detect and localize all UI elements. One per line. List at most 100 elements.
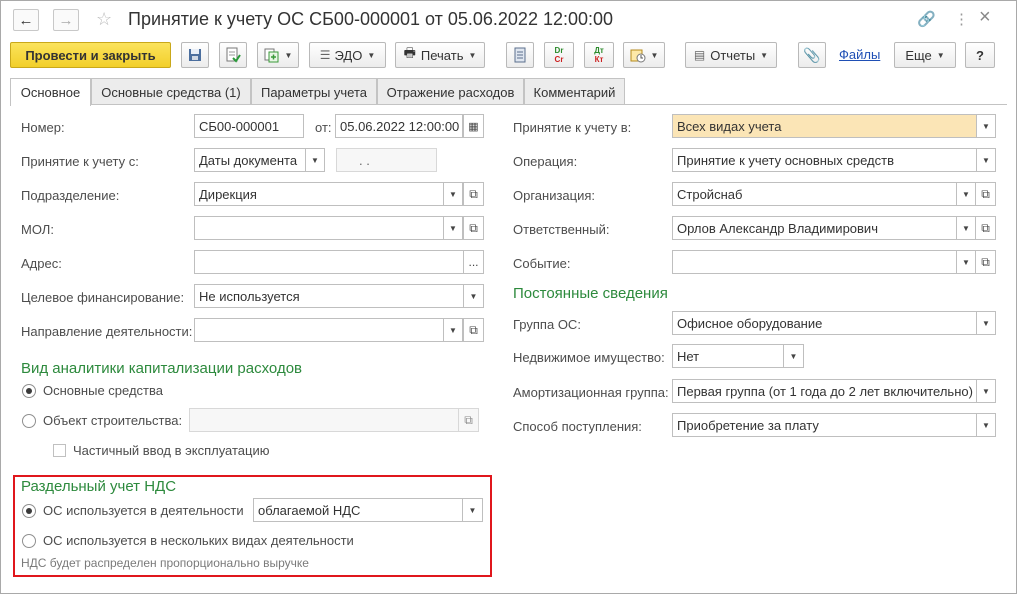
amortization-group-select[interactable]: Первая группа (от 1 года до 2 лет включи… (672, 379, 977, 403)
direction-dropdown[interactable]: ▼ (443, 318, 463, 342)
number-field[interactable]: СБ00-000001 (194, 114, 304, 138)
calendar-button[interactable]: ▦ (463, 114, 484, 138)
more-button[interactable]: Еще ▼ (894, 42, 956, 68)
responsible-dropdown[interactable]: ▼ (956, 216, 976, 240)
date-label: от: (315, 120, 332, 135)
accept-in-dropdown[interactable]: ▼ (976, 114, 996, 138)
create-based-on-button[interactable]: ▼ (257, 42, 299, 68)
department-open-button[interactable]: ⧉ (463, 182, 484, 206)
date-field[interactable]: 05.06.2022 12:00:00 (335, 114, 463, 138)
tab-fixed-assets[interactable]: Основные средства (1) (91, 78, 251, 105)
os-group-dropdown[interactable]: ▼ (976, 311, 996, 335)
vat-heading: Раздельный учет НДС (21, 478, 177, 495)
help-button[interactable]: ? (965, 42, 995, 68)
radio-vat-activity-label[interactable]: ОС используется в деятельности (43, 503, 244, 518)
event-field[interactable] (672, 250, 957, 274)
responsible-open-button[interactable]: ⧉ (975, 216, 996, 240)
files-link[interactable]: Файлы (839, 47, 880, 62)
mol-label: МОЛ: (21, 222, 54, 237)
receipt-method-label: Способ поступления: (513, 419, 642, 434)
operation-select[interactable]: Принятие к учету основных средств (672, 148, 977, 172)
partial-commissioning-checkbox[interactable] (53, 444, 66, 457)
operation-dropdown[interactable]: ▼ (976, 148, 996, 172)
mol-open-button[interactable]: ⧉ (463, 216, 484, 240)
forward-button[interactable]: → (53, 9, 79, 31)
post-button[interactable] (219, 42, 247, 68)
save-button[interactable] (181, 42, 209, 68)
organization-label: Организация: (513, 188, 596, 203)
receipt-method-dropdown[interactable]: ▼ (976, 413, 996, 437)
radio-construction[interactable] (22, 414, 36, 428)
dr-cr-button[interactable]: Dr Cr (544, 42, 574, 68)
chevron-down-icon: ▼ (936, 50, 945, 60)
print-button[interactable]: 🖶 Печать ▼ (395, 42, 485, 68)
document-list-button[interactable] (506, 42, 534, 68)
direction-field[interactable] (194, 318, 464, 342)
open-icon: ⧉ (469, 220, 478, 235)
chevron-down-icon: ▼ (468, 505, 477, 515)
floppy-icon (189, 49, 201, 61)
radio-vat-multi-label[interactable]: ОС используется в нескольких видах деяте… (43, 533, 354, 548)
funding-select[interactable]: Не используется (194, 284, 464, 308)
close-window-button[interactable]: × (979, 6, 991, 29)
organization-dropdown[interactable]: ▼ (956, 182, 976, 206)
real-estate-select[interactable]: Нет (672, 344, 784, 368)
accept-in-select[interactable]: Всех видах учета (672, 114, 977, 138)
real-estate-dropdown[interactable]: ▼ (783, 344, 804, 368)
chevron-down-icon: ▼ (449, 189, 457, 199)
radio-fixed-assets-label[interactable]: Основные средства (43, 383, 163, 398)
tab-comment[interactable]: Комментарий (524, 78, 625, 105)
dr-label: Dr (554, 46, 564, 55)
tab-main[interactable]: Основное (10, 78, 91, 106)
capitalization-heading: Вид аналитики капитализации расходов (21, 360, 303, 377)
direction-open-button[interactable]: ⧉ (463, 318, 484, 342)
radio-construction-label[interactable]: Объект строительства: (43, 413, 182, 428)
partial-commissioning-label[interactable]: Частичный ввод в эксплуатацию (73, 443, 270, 458)
dt-kt-button[interactable]: Дт Кт (584, 42, 614, 68)
tab-expense-reflection[interactable]: Отражение расходов (377, 78, 524, 105)
arrow-right-icon: → (58, 11, 74, 29)
event-dropdown[interactable]: ▼ (956, 250, 976, 274)
reports-icon: ▤ (693, 48, 706, 62)
mol-dropdown[interactable]: ▼ (443, 216, 463, 240)
reports-button[interactable]: ▤ Отчеты ▼ (685, 42, 777, 68)
attach-button[interactable]: 📎 (798, 42, 826, 68)
organization-open-button[interactable]: ⧉ (975, 182, 996, 206)
funding-dropdown[interactable]: ▼ (463, 284, 484, 308)
receipt-method-select[interactable]: Приобретение за плату (672, 413, 977, 437)
accept-from-dropdown[interactable]: ▼ (305, 148, 325, 172)
vat-activity-select[interactable]: облагаемой НДС (253, 498, 463, 522)
back-button[interactable]: ← (13, 9, 39, 31)
open-icon: ⧉ (469, 322, 478, 337)
tab-accounting-params[interactable]: Параметры учета (251, 78, 377, 105)
address-select-button[interactable]: ... (463, 250, 484, 274)
department-label: Подразделение: (21, 188, 120, 203)
event-open-button[interactable]: ⧉ (975, 250, 996, 274)
radio-vat-activity[interactable] (22, 504, 36, 518)
radio-fixed-assets[interactable] (22, 384, 36, 398)
radio-vat-multi[interactable] (22, 534, 36, 548)
printer-icon: 🖶 (403, 45, 416, 60)
chevron-down-icon: ▼ (311, 155, 319, 165)
open-icon: ⧉ (981, 220, 990, 235)
amortization-group-dropdown[interactable]: ▼ (976, 379, 996, 403)
kt-label: Кт (594, 55, 604, 64)
chevron-down-icon: ▼ (284, 50, 293, 60)
link-icon[interactable]: 🔗 (917, 10, 936, 28)
menu-dots-icon[interactable]: ⋮ (954, 10, 969, 28)
address-field[interactable] (194, 250, 464, 274)
responsible-field[interactable]: Орлов Александр Владимирович (672, 216, 957, 240)
chevron-down-icon: ▼ (982, 155, 990, 165)
star-icon[interactable]: ☆ (96, 9, 112, 30)
os-group-select[interactable]: Офисное оборудование (672, 311, 977, 335)
mol-field[interactable] (194, 216, 464, 240)
edo-button[interactable]: ☰ ЭДО ▼ (309, 42, 386, 68)
organization-field[interactable]: Стройснаб (672, 182, 957, 206)
post-and-close-button[interactable]: Провести и закрыть (10, 42, 171, 68)
vat-activity-dropdown[interactable]: ▼ (462, 498, 483, 522)
open-icon: ⧉ (464, 412, 473, 427)
department-dropdown[interactable]: ▼ (443, 182, 463, 206)
accept-from-select[interactable]: Даты документа (194, 148, 306, 172)
structure-button[interactable]: ▼ (623, 42, 665, 68)
department-field[interactable]: Дирекция (194, 182, 464, 206)
